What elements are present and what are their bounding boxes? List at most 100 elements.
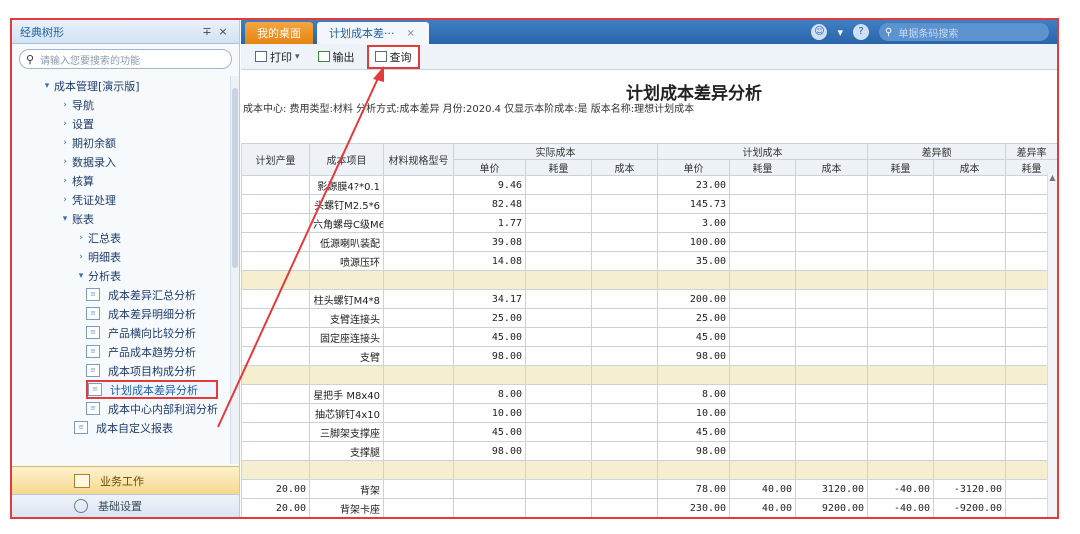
table-row[interactable]: 支撑腿 98.00 98.00: [241, 441, 1057, 461]
tree-item[interactable]: ▾ 成本管理[演示版]: [12, 76, 232, 95]
table-row[interactable]: 柱头螺钉M4*8 34.17 200.00: [241, 289, 1057, 309]
table-cell: 抽芯铆钉4x10: [309, 403, 384, 423]
table-row[interactable]: 20.00 背架卡座 230.00 40.00 9200.00 -40.00 -9200.0…: [241, 498, 1057, 517]
table-cell: [933, 270, 1007, 290]
table-cell: [933, 194, 1007, 214]
help-icon[interactable]: ?: [853, 24, 869, 40]
col-plan-cons: 耗量: [729, 159, 797, 176]
tree-item[interactable]: ≡ 产品成本趋势分析: [12, 342, 232, 361]
tree-item[interactable]: ≡ 成本差异汇总分析: [12, 285, 232, 304]
tree-item-label: 期初余额: [72, 136, 116, 150]
report-scrollbar[interactable]: ▲: [1047, 173, 1057, 517]
table-cell: 100.00: [657, 232, 731, 252]
table-row[interactable]: 星把手 M8x40 8.00 8.00: [241, 384, 1057, 404]
tree-item[interactable]: ≡ 成本自定义报表: [12, 418, 232, 437]
report-area: 计划成本差异分析 成本中心: 费用类型:材料 分析方式:成本差异 月份:2020…: [241, 71, 1057, 517]
tab-plan-cost-diff[interactable]: 计划成本差··· ×: [317, 22, 429, 44]
table-cell: 影源膜4?*0.1: [309, 175, 384, 195]
table-row[interactable]: 固定座连接头 45.00 45.00: [241, 327, 1057, 347]
tree-item-label: 成本差异汇总分析: [108, 288, 196, 302]
table-cell: [795, 194, 869, 214]
table-cell: 20.00: [241, 479, 310, 499]
tree-item[interactable]: ≡ 成本中心内部利润分析: [12, 399, 232, 418]
chevron-right-icon[interactable]: ›: [58, 100, 72, 110]
tree-item[interactable]: › 设置: [12, 114, 232, 133]
table-cell: [729, 422, 797, 442]
table-row[interactable]: 影源膜4?*0.1 9.46 23.00: [241, 175, 1057, 195]
search-icon: ⚲: [26, 52, 35, 66]
tab-current-label: 计划成本差···: [329, 27, 395, 40]
table-row[interactable]: 六角螺母C级M6 1.77 3.00: [241, 213, 1057, 233]
tree-item[interactable]: › 期初余额: [12, 133, 232, 152]
tree-item[interactable]: ≡ 产品横向比较分析: [12, 323, 232, 342]
chevron-right-icon[interactable]: ›: [74, 233, 88, 243]
chevron-down-icon[interactable]: ▾: [837, 26, 843, 39]
table-row[interactable]: [241, 365, 1057, 385]
left-panel-header: 经典树形 ∓ ×: [12, 20, 239, 44]
table-cell: [933, 327, 1007, 347]
tab-close-icon[interactable]: ×: [407, 28, 415, 39]
chevron-right-icon[interactable]: ›: [74, 252, 88, 262]
function-search-input[interactable]: ⚲ 请输入您要搜索的功能: [19, 49, 232, 69]
close-icon[interactable]: ×: [215, 25, 231, 38]
table-row[interactable]: 低源喇叭装配 39.08 100.00: [241, 232, 1057, 252]
barcode-search-input[interactable]: ⚲ 单据条码搜索: [879, 23, 1049, 41]
table-row[interactable]: [241, 460, 1057, 480]
table-row[interactable]: 喷源压环 14.08 35.00: [241, 251, 1057, 271]
tree-item[interactable]: › 汇总表: [12, 228, 232, 247]
table-cell: 98.00: [657, 346, 731, 366]
table-cell: [453, 460, 526, 480]
query-icon: [374, 51, 387, 62]
table-row[interactable]: 支臂连接头 25.00 25.00: [241, 308, 1057, 328]
table-cell: [933, 289, 1007, 309]
table-cell: [933, 441, 1007, 461]
table-row[interactable]: 20.00 背架 78.00 40.00 3120.00 -40.00 -3120.00: [241, 479, 1057, 499]
report-icon: ≡: [74, 421, 88, 434]
table-cell: [933, 308, 1007, 328]
chevron-down-icon[interactable]: ▾: [295, 52, 300, 62]
export-button[interactable]: 输出: [312, 47, 361, 67]
chevron-down-icon[interactable]: ▾: [74, 271, 88, 281]
chevron-down-icon[interactable]: ▾: [40, 81, 54, 91]
table-cell: 10.00: [657, 403, 731, 423]
pin-icon[interactable]: ∓: [199, 25, 215, 38]
table-cell: 35.00: [657, 251, 731, 271]
table-cell: [867, 346, 935, 366]
tree-item[interactable]: › 明细表: [12, 247, 232, 266]
table-row[interactable]: 三脚架支撑座 45.00 45.00: [241, 422, 1057, 442]
tree-item[interactable]: ≡ 成本差异明细分析: [12, 304, 232, 323]
tree-item[interactable]: › 核算: [12, 171, 232, 190]
table-cell: 45.00: [453, 327, 526, 347]
table-cell: [590, 422, 659, 442]
chevron-right-icon[interactable]: ›: [58, 176, 72, 186]
tree-scrollbar[interactable]: [230, 76, 239, 464]
chevron-right-icon[interactable]: ›: [58, 119, 72, 129]
table-row[interactable]: 头螺钉M2.5*6 82.48 145.73: [241, 194, 1057, 214]
table-cell: [795, 327, 869, 347]
chevron-right-icon[interactable]: ›: [58, 195, 72, 205]
tree-item[interactable]: ≡ 成本项目构成分析: [12, 361, 232, 380]
tree-item[interactable]: ≡ 计划成本差异分析: [86, 380, 218, 399]
tab-desktop[interactable]: 我的桌面: [245, 22, 313, 44]
report-icon: ≡: [86, 326, 100, 339]
col-rate: 差异率: [1005, 143, 1057, 160]
chevron-right-icon[interactable]: ›: [58, 157, 72, 167]
tree-item-label: 产品成本趋势分析: [108, 345, 196, 359]
tree-item[interactable]: › 凭证处理: [12, 190, 232, 209]
tree-item[interactable]: › 导航: [12, 95, 232, 114]
tree-item[interactable]: › 数据录入: [12, 152, 232, 171]
base-settings-button[interactable]: 基础设置: [12, 494, 239, 517]
table-cell: [933, 213, 1007, 233]
tree-item[interactable]: ▾ 账表: [12, 209, 232, 228]
table-cell: [867, 365, 935, 385]
table-row[interactable]: [241, 270, 1057, 290]
chevron-down-icon[interactable]: ▾: [58, 214, 72, 224]
print-button[interactable]: 打印 ▾: [249, 47, 306, 67]
tree-item[interactable]: ▾ 分析表: [12, 266, 232, 285]
business-work-button[interactable]: 业务工作: [12, 466, 239, 494]
table-row[interactable]: 抽芯铆钉4x10 10.00 10.00: [241, 403, 1057, 423]
chevron-right-icon[interactable]: ›: [58, 138, 72, 148]
query-button[interactable]: 查询: [366, 44, 420, 69]
user-icon[interactable]: ☺: [811, 24, 828, 40]
table-row[interactable]: 支臂 98.00 98.00: [241, 346, 1057, 366]
